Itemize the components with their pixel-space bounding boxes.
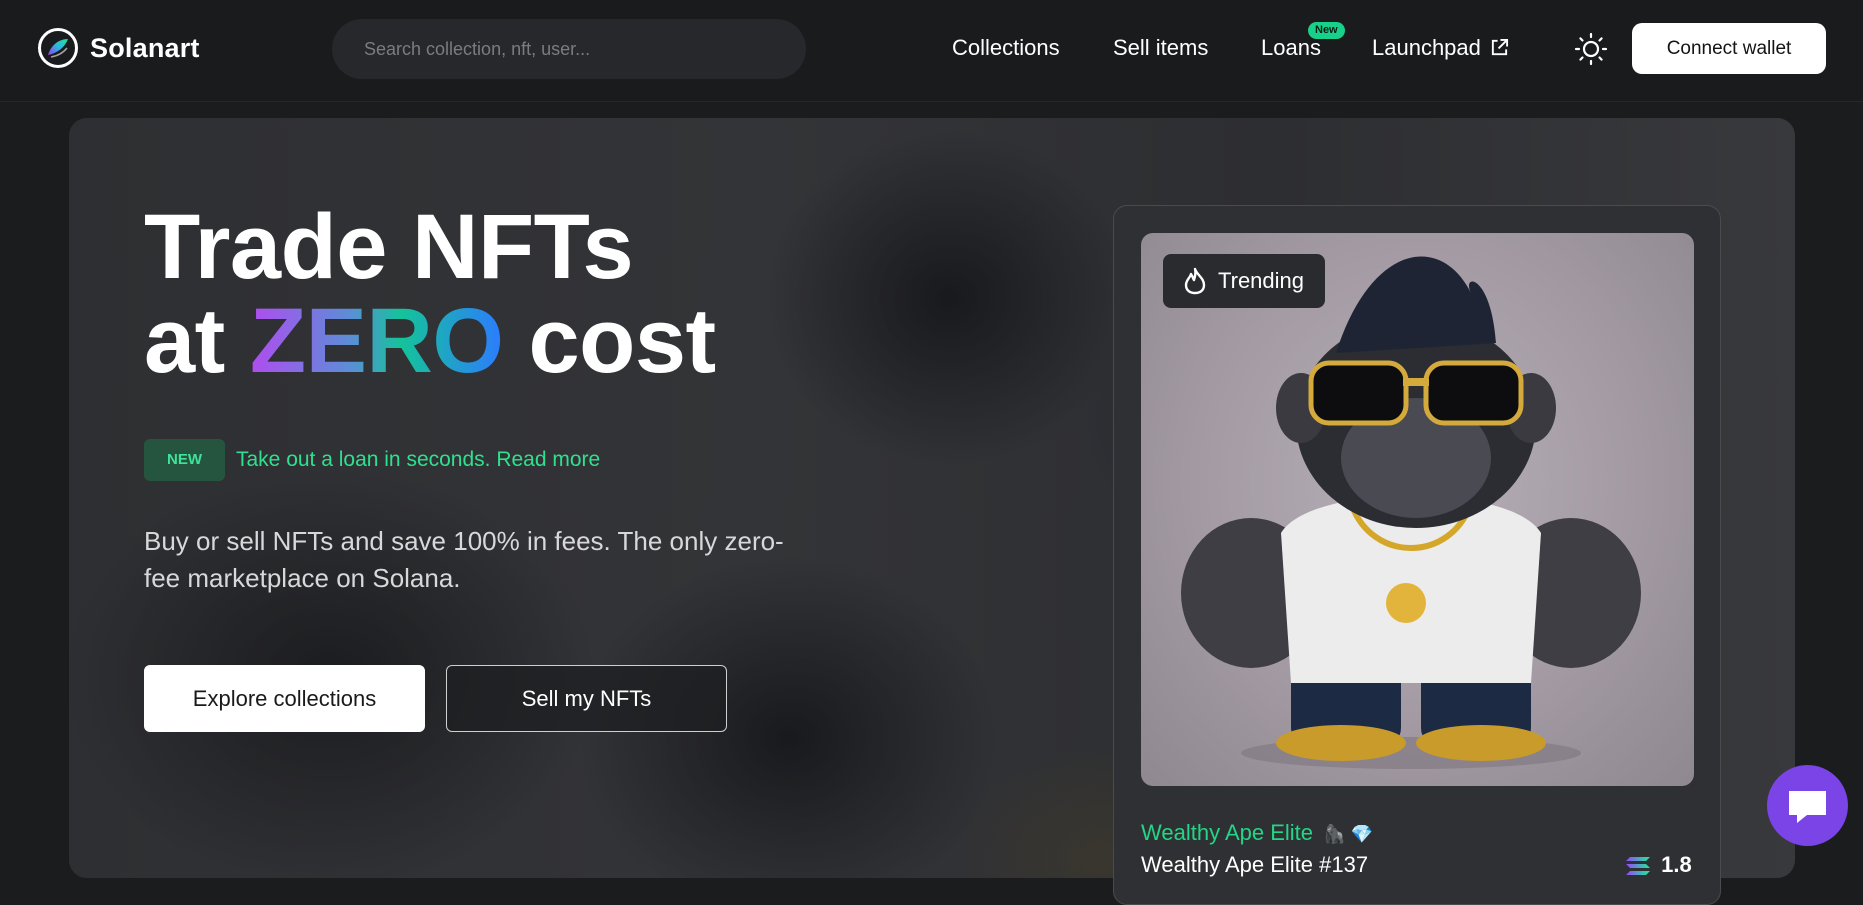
price-value: 1.8 (1661, 852, 1692, 877)
collection-name-link[interactable]: Wealthy Ape Elite 🦍 💎 (1141, 820, 1373, 846)
nft-price: 1.8 (1625, 852, 1692, 878)
top-navbar: Solanart Collections Sell items Loans Ne… (0, 0, 1863, 102)
nft-image[interactable] (1141, 233, 1694, 786)
headline-at: at (144, 290, 225, 392)
search-input[interactable] (332, 19, 806, 79)
nav-sell-items[interactable]: Sell items (1113, 35, 1208, 61)
nft-item-name: Wealthy Ape Elite #137 (1141, 852, 1369, 877)
collection-name: Wealthy Ape Elite (1141, 820, 1314, 845)
connect-wallet-button[interactable]: Connect wallet (1632, 23, 1826, 74)
sell-my-nfts-button[interactable]: Sell my NFTs (446, 665, 727, 732)
headline-zero: ZERO (249, 290, 504, 392)
chat-support-button[interactable] (1767, 765, 1848, 846)
new-pill: NEW (144, 439, 225, 481)
external-link-icon (1491, 38, 1509, 56)
headline-cost: cost (528, 290, 717, 392)
hero-headline: Trade NFTs at ZERO cost (144, 200, 716, 388)
sun-icon[interactable] (1574, 32, 1608, 66)
flame-icon (1184, 267, 1206, 295)
new-badge: New (1308, 22, 1345, 39)
solana-icon (1626, 857, 1650, 876)
trending-label: Trending (1218, 268, 1305, 293)
brand-name: Solanart (90, 32, 200, 63)
nav-loans[interactable]: Loans (1261, 35, 1321, 61)
explore-collections-button[interactable]: Explore collections (144, 665, 425, 732)
nav-collections[interactable]: Collections (952, 35, 1060, 61)
chat-icon (1789, 791, 1826, 823)
trending-badge: Trending (1163, 254, 1325, 308)
solanart-logo-icon (38, 28, 78, 68)
loan-read-more-link[interactable]: Take out a loan in seconds. Read more (236, 448, 600, 472)
brand-logo[interactable]: Solanart (38, 28, 200, 68)
collection-emoji: 🦍 💎 (1323, 824, 1373, 844)
headline-line-1: Trade NFTs (144, 196, 634, 298)
hero-description: Buy or sell NFTs and save 100% in fees. … (144, 526, 784, 593)
headline-line-2: at ZERO cost (144, 294, 716, 388)
nav-launchpad[interactable]: Launchpad (1372, 35, 1481, 61)
trending-card[interactable] (1113, 205, 1721, 905)
